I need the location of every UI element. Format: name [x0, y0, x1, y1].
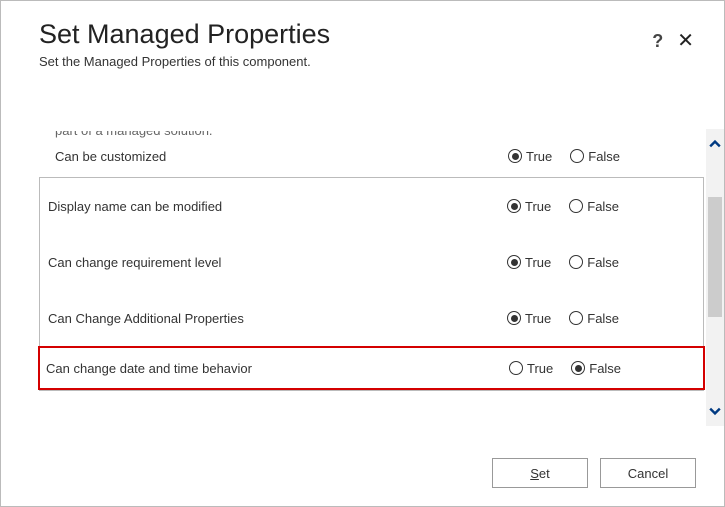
property-label: Can be customized: [55, 149, 508, 164]
radio-label-true: True: [525, 255, 551, 270]
radio-icon: [571, 361, 585, 375]
radio-group: True False: [509, 361, 699, 376]
radio-group: True False: [507, 255, 697, 270]
radio-label-true: True: [527, 361, 553, 376]
dialog-footer: Set Cancel: [492, 458, 696, 488]
radio-icon: [507, 311, 521, 325]
radio-true[interactable]: True: [507, 255, 551, 270]
radio-false[interactable]: False: [569, 199, 619, 214]
radio-false[interactable]: False: [570, 149, 620, 164]
header-controls: ? ✕: [652, 31, 694, 51]
dialog-header: Set Managed Properties Set the Managed P…: [1, 1, 724, 75]
scroll-up-icon[interactable]: [706, 129, 724, 159]
property-row-highlighted: Can change date and time behavior True Fal…: [38, 346, 705, 390]
scrollbar-thumb[interactable]: [708, 197, 722, 317]
radio-icon: [508, 149, 522, 163]
property-label: Can Change Additional Properties: [48, 311, 507, 326]
property-row: Can change requirement level True False: [40, 234, 703, 290]
radio-label-true: True: [525, 199, 551, 214]
radio-icon: [569, 255, 583, 269]
dialog-title: Set Managed Properties: [39, 19, 696, 50]
property-label: Can change requirement level: [48, 255, 507, 270]
property-row: Display name can be modified True False: [40, 178, 703, 234]
radio-label-false: False: [587, 199, 619, 214]
set-button[interactable]: Set: [492, 458, 588, 488]
radio-true[interactable]: True: [507, 311, 551, 326]
radio-false[interactable]: False: [569, 255, 619, 270]
radio-true[interactable]: True: [509, 361, 553, 376]
radio-label-true: True: [526, 149, 552, 164]
scrollbar[interactable]: [706, 129, 724, 426]
radio-label-false: False: [587, 255, 619, 270]
inner-properties-box: Display name can be modifiedTrueFalseCan…: [39, 177, 704, 391]
radio-icon: [570, 149, 584, 163]
radio-label-false: False: [589, 361, 621, 376]
radio-icon: [507, 199, 521, 213]
content-area: part of a managed solution. Can be custo…: [39, 131, 704, 426]
radio-label-true: True: [525, 311, 551, 326]
radio-icon: [569, 311, 583, 325]
radio-group: True False: [508, 149, 698, 164]
radio-false[interactable]: False: [569, 311, 619, 326]
truncated-text: part of a managed solution.: [55, 131, 704, 141]
property-label: Can change date and time behavior: [46, 361, 509, 376]
radio-icon: [509, 361, 523, 375]
radio-label-false: False: [587, 311, 619, 326]
set-button-rest: et: [539, 466, 550, 481]
radio-group: True False: [507, 199, 697, 214]
property-label: Display name can be modified: [48, 199, 507, 214]
dialog-subtitle: Set the Managed Properties of this compo…: [39, 54, 696, 69]
close-icon[interactable]: ✕: [677, 31, 694, 51]
help-icon[interactable]: ?: [652, 32, 663, 50]
dialog: Set Managed Properties Set the Managed P…: [0, 0, 725, 507]
scroll-down-icon[interactable]: [706, 396, 724, 426]
radio-false[interactable]: False: [571, 361, 621, 376]
radio-icon: [507, 255, 521, 269]
radio-true[interactable]: True: [507, 199, 551, 214]
radio-icon: [569, 199, 583, 213]
radio-group: True False: [507, 311, 697, 326]
radio-label-false: False: [588, 149, 620, 164]
property-row: Can Change Additional Properties True Fals…: [40, 290, 703, 346]
cancel-button[interactable]: Cancel: [600, 458, 696, 488]
radio-true[interactable]: True: [508, 149, 552, 164]
property-row-can-be-customized: Can be customized True False: [39, 145, 704, 167]
